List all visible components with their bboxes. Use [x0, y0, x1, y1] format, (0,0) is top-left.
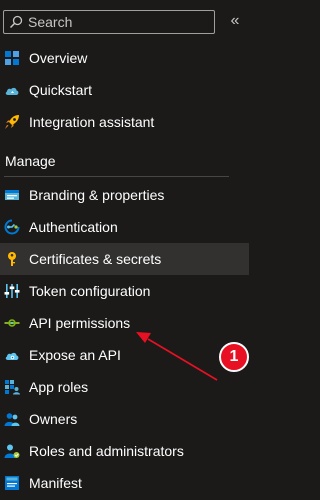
nav-item-overview[interactable]: Overview	[0, 42, 249, 74]
branding-icon	[5, 190, 19, 200]
nav-item-label: API permissions	[29, 315, 131, 331]
nav-item-certificates-secrets[interactable]: Certificates & secrets	[0, 243, 249, 275]
nav-item-quickstart[interactable]: Quickstart	[0, 74, 249, 106]
manifest-icon	[5, 476, 19, 490]
nav-item-label: Branding & properties	[29, 187, 165, 203]
nav-item-branding-properties[interactable]: Branding & properties	[0, 179, 249, 211]
nav-item-label: Overview	[29, 50, 88, 66]
annotation-badge: 1	[219, 342, 249, 372]
app-roles-icon	[5, 380, 20, 395]
search-icon	[9, 15, 23, 29]
nav-item-expose-an-api[interactable]: Expose an API	[0, 339, 249, 371]
search-input[interactable]	[28, 11, 208, 33]
nav-item-authentication[interactable]: Authentication	[0, 211, 249, 243]
authentication-icon	[4, 219, 20, 235]
expose-api-cloud-icon	[5, 352, 19, 360]
nav-item-label: App roles	[29, 379, 89, 395]
nav-item-label: Manifest	[29, 475, 82, 491]
nav-item-label: Authentication	[29, 219, 118, 235]
section-divider	[4, 176, 229, 177]
nav-item-app-roles[interactable]: App roles	[0, 371, 249, 403]
collapse-menu-button[interactable]: «	[225, 10, 245, 32]
api-permissions-icon	[4, 319, 20, 327]
nav-item-label: Integration assistant	[29, 114, 155, 130]
search-row: «	[3, 10, 265, 34]
nav-item-label: Expose an API	[29, 347, 121, 363]
nav-item-label: Roles and administrators	[29, 443, 184, 459]
nav-item-label: Certificates & secrets	[29, 251, 162, 267]
nav-item-owners[interactable]: Owners	[0, 403, 249, 435]
quickstart-cloud-icon	[5, 87, 19, 95]
nav-item-label: Quickstart	[29, 82, 93, 98]
nav-item-token-configuration[interactable]: Token configuration	[0, 275, 249, 307]
section-header-manage: Manage	[5, 153, 56, 169]
key-icon	[8, 252, 16, 266]
nav-item-label: Token configuration	[29, 283, 151, 299]
nav-item-integration-assistant[interactable]: Integration assistant	[0, 106, 249, 138]
owners-icon	[4, 413, 20, 426]
rocket-icon	[5, 115, 19, 129]
search-box[interactable]	[3, 10, 215, 34]
app-registration-nav-panel: « Overview Quickstart Integration assist…	[0, 0, 268, 500]
nav-item-roles-administrators[interactable]: Roles and administrators	[0, 435, 249, 467]
nav-item-api-permissions[interactable]: API permissions	[0, 307, 249, 339]
overview-icon	[5, 51, 19, 65]
token-config-icon	[4, 284, 20, 298]
scrollbar-track[interactable]	[264, 0, 268, 500]
roles-admin-icon	[4, 444, 20, 458]
nav-item-manifest[interactable]: Manifest	[0, 467, 249, 499]
nav-item-label: Owners	[29, 411, 78, 427]
